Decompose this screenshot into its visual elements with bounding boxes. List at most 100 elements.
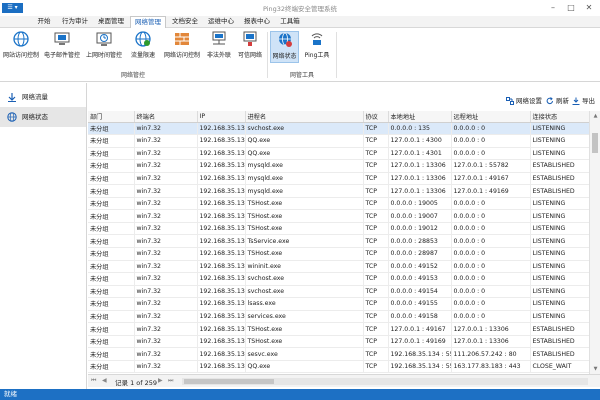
email-control-button[interactable]: 电子邮件管控	[42, 31, 82, 63]
table-row[interactable]: 未分组 win7.32 192.168.35.134 QQ.exe TCP 127.0.0…	[88, 147, 589, 161]
table-cell: TCP	[363, 209, 389, 223]
maximize-icon[interactable]: □	[564, 1, 578, 14]
online-time-control-button[interactable]: 上网时间管控	[84, 31, 124, 63]
menu-ops-center[interactable]: 运维中心	[204, 16, 238, 28]
table-row[interactable]: 未分组 win7.32 192.168.35.134 TSHost.exe TCP 127…	[88, 322, 589, 336]
table-cell: 192.168.35.134	[197, 159, 246, 173]
table-row[interactable]: 未分组 win7.32 192.168.35.134 mysqld.exe TCP 127…	[88, 184, 589, 198]
table-row[interactable]: 未分组 win7.32 192.168.35.134 services.exe TCP 0…	[88, 310, 589, 324]
last-page-icon[interactable]: ⏭	[168, 377, 173, 385]
menu-behavior-audit[interactable]: 行为审计	[58, 16, 92, 28]
scroll-up-icon[interactable]: ▲	[591, 112, 600, 120]
table-cell: 未分组	[88, 159, 135, 173]
table-row[interactable]: 未分组 win7.32 192.168.35.134 svchost.exe TCP 0.…	[88, 122, 589, 136]
table-row[interactable]: 未分组 win7.32 192.168.35.134 TSHost.exe TCP 127…	[88, 335, 589, 349]
column-header[interactable]: 部门	[88, 111, 135, 123]
table-cell: TCP	[363, 122, 389, 136]
table-cell: QQ.exe	[245, 134, 364, 148]
table-cell: 0.0.0.0 : 0	[451, 197, 531, 211]
table-cell: 未分组	[88, 335, 135, 349]
column-header[interactable]: 远程地址	[451, 111, 531, 123]
scroll-down-icon[interactable]: ▼	[591, 365, 600, 373]
table-row[interactable]: 未分组 win7.32 192.168.35.134 mysqld.exe TCP 127…	[88, 159, 589, 173]
scrollbar-thumb[interactable]	[592, 133, 598, 153]
column-header[interactable]: 终端名	[134, 111, 198, 123]
table-cell: 127.0.0.1 : 49169	[451, 184, 531, 198]
table-cell: TCP	[363, 322, 389, 336]
trusted-network-button[interactable]: 可信网络	[236, 31, 264, 63]
table-cell: ESTABLISHED	[530, 335, 589, 349]
minimize-icon[interactable]: –	[546, 1, 560, 14]
column-header[interactable]: 本地地址	[388, 111, 452, 123]
prev-page-icon[interactable]: ◀	[102, 377, 107, 384]
network-settings-button[interactable]: 网络设置	[506, 96, 544, 106]
table-row[interactable]: 未分组 win7.32 192.168.35.134 mysqld.exe TCP 127…	[88, 172, 589, 186]
menu-start[interactable]: 开始	[32, 16, 56, 28]
table-cell: TSHost.exe	[245, 209, 364, 223]
table-cell: win7.32	[134, 297, 198, 311]
table-cell: 163.177.83.183 : 443	[451, 360, 531, 374]
table-row[interactable]: 未分组 win7.32 192.168.35.134 TSHost.exe TCP 0.0…	[88, 209, 589, 223]
table-cell: 0.0.0.0 : 0	[451, 209, 531, 223]
table-row[interactable]: 未分组 win7.32 192.168.35.134 wininit.exe TCP 0.…	[88, 260, 589, 274]
next-page-icon[interactable]: ▶	[158, 377, 163, 384]
menu-document-security[interactable]: 文档安全	[168, 16, 202, 28]
network-access-control-button[interactable]: 网络访问控制	[162, 31, 202, 63]
table-row[interactable]: 未分组 win7.32 192.168.35.134 QQ.exe TCP 127.0.0…	[88, 134, 589, 148]
table-cell: win7.32	[134, 347, 198, 361]
close-icon[interactable]: ✕	[582, 1, 596, 14]
network-status-button[interactable]: 网络状态	[270, 31, 299, 63]
menu-toolbox[interactable]: 工具箱	[276, 16, 304, 28]
pager: ⏮ ◀ 记录 1 of 259 ▶ ⏭	[88, 374, 600, 387]
table-cell: win7.32	[134, 310, 198, 324]
sidebar-item-network-status[interactable]: 网络状态	[0, 107, 86, 127]
table-row[interactable]: 未分组 win7.32 192.168.35.134 QQ.exe TCP 192.168…	[88, 360, 589, 374]
column-header[interactable]: 连接状态	[530, 111, 589, 123]
menu-report-center[interactable]: 报表中心	[240, 16, 274, 28]
table-cell: 未分组	[88, 247, 135, 261]
table-cell: TCP	[363, 360, 389, 374]
website-access-control-button[interactable]: 网站访问控制	[2, 31, 40, 63]
table-cell: 192.168.35.134 : 557...	[388, 347, 452, 361]
ping-tool-button[interactable]: Ping工具	[302, 31, 332, 63]
table-cell: 0.0.0.0 : 28853	[388, 234, 452, 248]
table-cell: 未分组	[88, 360, 135, 374]
table-row[interactable]: 未分组 win7.32 192.168.35.134 TsService.exe TCP…	[88, 234, 589, 248]
column-header[interactable]: 协议	[363, 111, 389, 123]
horizontal-scrollbar-thumb[interactable]	[184, 379, 274, 384]
content-toolbar: 网络设置 刷新 导出	[88, 83, 600, 111]
table-cell: LISTENING	[530, 310, 589, 324]
table-cell: win7.32	[134, 360, 198, 374]
table-row[interactable]: 未分组 win7.32 192.168.35.134 svchost.exe TCP 0.…	[88, 272, 589, 286]
table-row[interactable]: 未分组 win7.32 192.168.35.134 lsass.exe TCP 0.0.…	[88, 297, 589, 311]
table-row[interactable]: 未分组 win7.32 192.168.35.134 TSHost.exe TCP 0.0…	[88, 197, 589, 211]
traffic-limit-button[interactable]: 流量限速	[126, 31, 160, 63]
table-cell: CLOSE_WAIT	[530, 360, 589, 374]
table-cell: LISTENING	[530, 209, 589, 223]
horizontal-scrollbar[interactable]	[182, 378, 588, 385]
menu-desktop-management[interactable]: 桌面管理	[94, 16, 128, 28]
table-cell: TCP	[363, 172, 389, 186]
table-cell: ESTABLISHED	[530, 172, 589, 186]
table-cell: 127.0.0.1 : 49167	[451, 172, 531, 186]
column-header[interactable]: IP	[197, 111, 246, 123]
table-cell: TCP	[363, 297, 389, 311]
table-row[interactable]: 未分组 win7.32 192.168.35.134 TSHost.exe TCP 0.0…	[88, 247, 589, 261]
table-cell: TCP	[363, 260, 389, 274]
table-cell: lsass.exe	[245, 297, 364, 311]
export-button[interactable]: 导出	[572, 96, 598, 106]
table-cell: 未分组	[88, 285, 135, 299]
refresh-button[interactable]: 刷新	[546, 96, 570, 106]
table-row[interactable]: 未分组 win7.32 192.168.35.134 sesvc.exe TCP 192.…	[88, 347, 589, 361]
first-page-icon[interactable]: ⏮	[91, 377, 96, 385]
ribbon-button-label: 流量限速	[130, 52, 155, 59]
column-header[interactable]: 进程名	[245, 111, 364, 123]
table-row[interactable]: 未分组 win7.32 192.168.35.134 TSHost.exe TCP 0.0…	[88, 222, 589, 236]
table-cell: 111.206.57.242 : 80	[451, 347, 531, 361]
ribbon-group-separator	[336, 32, 337, 78]
table-row[interactable]: 未分组 win7.32 192.168.35.134 svchost.exe TCP 0.…	[88, 285, 589, 299]
table-cell: 192.168.35.134	[197, 172, 246, 186]
vertical-scrollbar[interactable]: ▲ ▼	[589, 111, 600, 374]
sidebar-item-network-traffic[interactable]: 网络流量	[0, 87, 86, 107]
illegal-outreach-button[interactable]: 非法外联	[204, 31, 234, 63]
